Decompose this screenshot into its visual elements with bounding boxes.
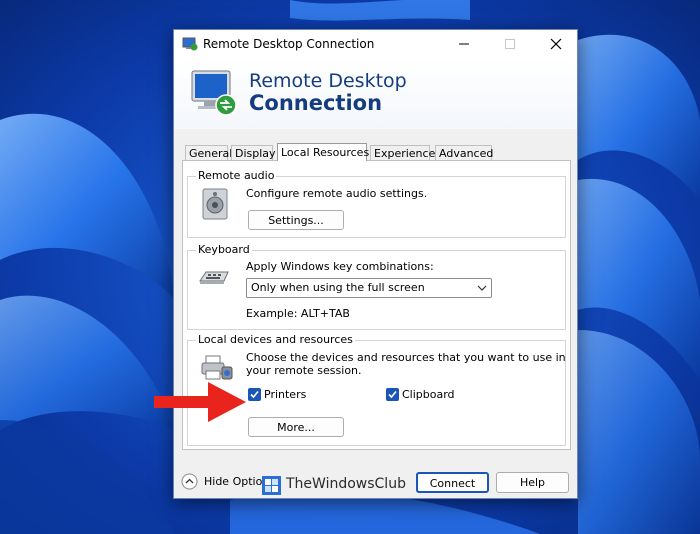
remote-desktop-icon [182, 37, 198, 51]
local-devices-description-line1: Choose the devices and resources that yo… [246, 351, 566, 364]
remote-audio-group: Remote audio Configure remote audio sett… [187, 169, 566, 238]
maximize-icon [505, 39, 515, 49]
maximize-button[interactable] [487, 30, 533, 58]
banner-title-line2: Connection [249, 91, 383, 115]
close-icon [550, 38, 562, 50]
remote-audio-group-title: Remote audio [196, 169, 277, 182]
connect-button[interactable]: Connect [416, 472, 489, 493]
checkmark-icon [250, 390, 259, 399]
thewindowsclub-logo-icon [262, 476, 281, 495]
remote-desktop-dialog: Remote Desktop Connection Remote Desktop… [173, 29, 578, 499]
local-devices-description-line2: your remote session. [246, 364, 362, 377]
remote-desktop-logo-icon [191, 70, 237, 116]
checkmark-icon [388, 390, 397, 399]
tab-experience[interactable]: Experience [370, 145, 435, 160]
keyboard-group: Keyboard Apply Windows key combinations:… [187, 243, 566, 330]
minimize-button[interactable] [441, 30, 487, 58]
audio-settings-button[interactable]: Settings... [248, 210, 344, 230]
tab-general[interactable]: General [185, 145, 232, 160]
banner-title-line1: Remote Desktop [249, 70, 407, 92]
help-button[interactable]: Help [496, 472, 569, 493]
tab-display[interactable]: Display [231, 145, 276, 160]
more-devices-button[interactable]: More... [248, 417, 344, 437]
windows-key-combination-value: Only when using the full screen [251, 281, 425, 294]
watermark-text: TheWindowsClub [286, 476, 406, 492]
close-button[interactable] [533, 30, 579, 58]
keyboard-description: Apply Windows key combinations: [246, 260, 434, 273]
keyboard-icon [199, 271, 229, 284]
header-banner: Remote Desktop Connection [174, 58, 577, 129]
clipboard-label[interactable]: Clipboard [402, 388, 455, 401]
remote-audio-description: Configure remote audio settings. [246, 187, 428, 200]
keyboard-example: Example: ALT+TAB [246, 307, 350, 320]
chevron-up-circle-icon [181, 473, 198, 490]
local-devices-group-title: Local devices and resources [196, 333, 355, 346]
hide-options-toggle[interactable]: Hide Options [181, 473, 275, 491]
tab-local-resources[interactable]: Local Resources [277, 143, 369, 161]
red-arrow-annotation [154, 382, 246, 422]
printers-checkbox[interactable] [248, 388, 261, 401]
title-bar: Remote Desktop Connection [174, 30, 577, 58]
window-title: Remote Desktop Connection [203, 37, 375, 51]
minimize-icon [459, 43, 469, 45]
clipboard-checkbox[interactable] [386, 388, 399, 401]
chevron-down-icon [477, 285, 487, 291]
speaker-icon [202, 188, 228, 220]
tab-advanced[interactable]: Advanced [435, 145, 493, 160]
printers-label[interactable]: Printers [264, 388, 306, 401]
keyboard-group-title: Keyboard [196, 243, 252, 256]
windows-key-combination-select[interactable]: Only when using the full screen [246, 278, 492, 298]
